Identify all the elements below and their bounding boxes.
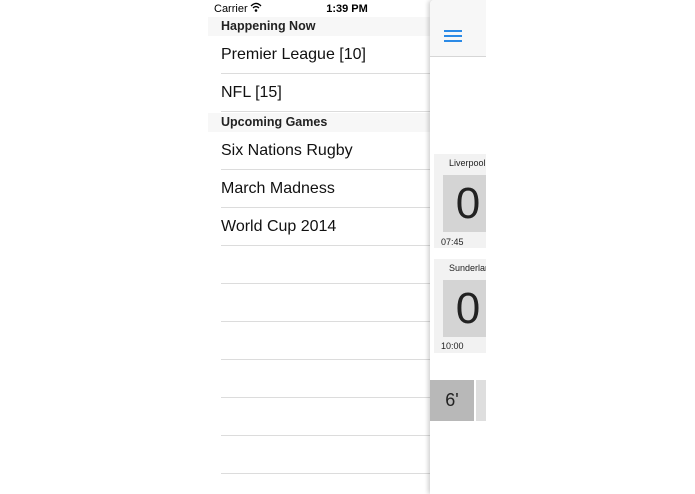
- empty-row: [221, 398, 430, 436]
- empty-row: [221, 436, 430, 474]
- match-card[interactable]: Liverpool 0 07:45: [434, 154, 486, 248]
- side-menu: Happening Now Premier League [10] NFL [1…: [208, 17, 430, 494]
- empty-row: [221, 284, 430, 322]
- score-box: 0: [443, 280, 486, 337]
- team-name: Liverpool: [449, 158, 486, 168]
- content-panel[interactable]: Liverpool 0 07:45 Sunderland 0 10:00 6': [430, 0, 486, 494]
- panel-nav-bar: [430, 0, 486, 57]
- match-card[interactable]: Sunderland 0 10:00: [434, 259, 486, 353]
- team-name: Sunderland: [449, 263, 486, 273]
- empty-row: [221, 322, 430, 360]
- menu-item-march-madness[interactable]: March Madness: [221, 170, 430, 208]
- empty-row: [221, 246, 430, 284]
- phone-screen: Carrier 1:39 PM Happening Now Premier Le…: [208, 0, 486, 494]
- section-header-upcoming-games: Upcoming Games: [208, 113, 430, 132]
- menu-item-world-cup-2014[interactable]: World Cup 2014: [221, 208, 430, 246]
- score-box: 0: [443, 175, 486, 232]
- empty-row: [221, 360, 430, 398]
- section-header-happening-now: Happening Now: [208, 17, 430, 36]
- menu-item-nfl[interactable]: NFL [15]: [221, 74, 430, 112]
- match-minute-tile-next[interactable]: [476, 380, 486, 421]
- hamburger-menu-icon[interactable]: [444, 30, 462, 42]
- menu-item-six-nations-rugby[interactable]: Six Nations Rugby: [221, 132, 430, 170]
- match-time: 10:00: [441, 341, 464, 351]
- menu-item-premier-league[interactable]: Premier League [10]: [221, 36, 430, 74]
- match-time: 07:45: [441, 237, 464, 247]
- match-minute-tile[interactable]: 6': [430, 380, 474, 421]
